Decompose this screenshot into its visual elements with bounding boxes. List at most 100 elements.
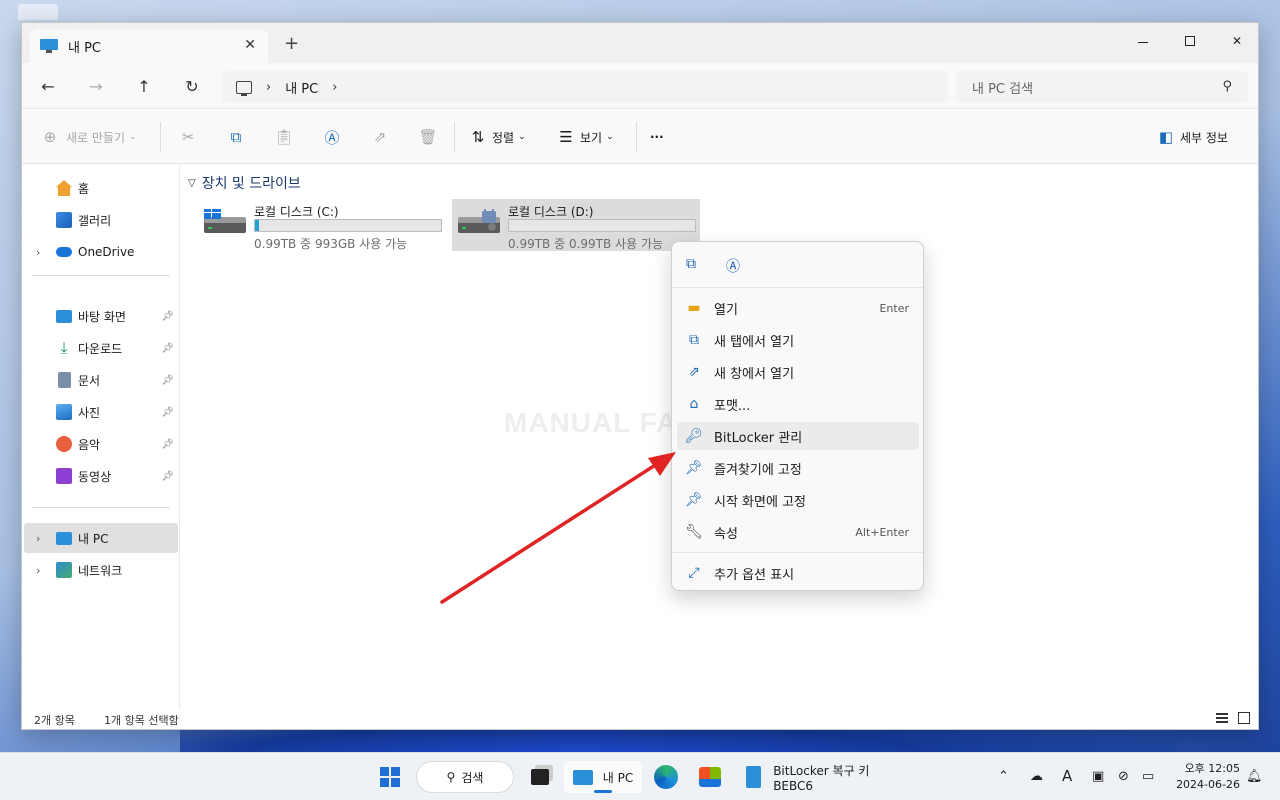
sidebar-item-my-pc[interactable]: › 내 PC [24, 523, 178, 553]
phone-link-icon[interactable]: ▣ [1092, 769, 1104, 784]
notepad-icon [746, 766, 762, 788]
clock-time: 오후 12:05 [1184, 762, 1240, 775]
pc-icon [572, 769, 593, 785]
new-tab-button[interactable]: + [284, 33, 299, 54]
sidebar-item-network[interactable]: › 네트워크 [24, 555, 178, 585]
pin-icon[interactable]: 📌︎ [161, 439, 174, 450]
sidebar-item-desktop[interactable]: 바탕 화면 📌︎ [24, 301, 178, 331]
breadcrumb-item[interactable]: 내 PC [285, 78, 318, 97]
group-header[interactable]: ▽ 장치 및 드라이브 [188, 173, 301, 193]
menu-item-more-options[interactable]: ⤢ 추가 옵션 표시 [677, 559, 919, 587]
selected-count: 1개 항목 선택함 [104, 714, 179, 727]
taskbar-notepad[interactable]: BitLocker 복구 키 BEBC6 [740, 761, 906, 793]
tab-my-pc[interactable]: 내 PC ✕ [30, 29, 268, 63]
pin-icon[interactable]: 📌︎ [161, 343, 174, 354]
tab-close-icon[interactable]: ✕ [244, 37, 256, 53]
more-button[interactable]: ··· [650, 126, 664, 148]
pictures-icon [56, 404, 72, 420]
download-icon: ⤓ [60, 338, 68, 357]
chevron-right-icon[interactable]: › [266, 80, 271, 95]
copy-button[interactable]: ⧉ [226, 126, 246, 148]
gallery-icon [56, 212, 72, 228]
open-new-tab-icon: ⧉ [689, 332, 699, 348]
sidebar-item-downloads[interactable]: ⤓ 다운로드 📌︎ [24, 333, 178, 363]
taskbar-search[interactable]: ⚲ 검색 [416, 761, 514, 793]
back-button[interactable]: ← [36, 75, 60, 97]
cloud-offline-icon[interactable]: ☁ [1030, 769, 1043, 784]
close-button[interactable]: ✕ [1214, 27, 1258, 55]
sidebar-item-gallery[interactable]: 갤러리 [24, 205, 178, 235]
paste-button[interactable]: 📋︎ [274, 126, 294, 148]
notification-bell-icon[interactable]: 🔔︎ [1246, 769, 1263, 784]
clock[interactable]: 오후 12:05 2024-06-26 [1168, 761, 1240, 793]
menu-item-open-new-window[interactable]: ⇗ 새 창에서 열기 [677, 358, 919, 386]
search-icon: ⚲ [1222, 79, 1232, 94]
pin-start-icon: 📌︎ [685, 492, 703, 508]
sidebar-item-documents[interactable]: 문서 📌︎ [24, 365, 178, 395]
chevron-right-icon[interactable]: › [36, 564, 40, 577]
chevron-right-icon[interactable]: › [332, 80, 337, 95]
sort-button[interactable]: ⇅ 정렬 ⌄ [468, 126, 526, 148]
rename-button[interactable]: Ⓐ [322, 126, 342, 148]
rename-icon[interactable]: Ⓐ [726, 256, 740, 276]
menu-item-open[interactable]: ▬ 열기 Enter [677, 294, 919, 322]
pin-icon[interactable]: 📌︎ [161, 471, 174, 482]
battery-icon[interactable]: ▭ [1142, 769, 1154, 784]
chevron-up-icon[interactable]: ⌃ [998, 769, 1009, 784]
share-button[interactable]: ⇗ [370, 126, 390, 148]
tiles-view-icon[interactable] [1238, 712, 1250, 724]
cut-button[interactable]: ✂ [178, 126, 198, 148]
store-icon [699, 767, 721, 787]
refresh-button[interactable]: ↻ [180, 75, 204, 97]
start-button[interactable] [374, 761, 406, 793]
recycle-bin-icon[interactable] [18, 4, 58, 20]
copy-icon[interactable]: ⧉ [686, 256, 696, 272]
taskbar-edge[interactable] [650, 761, 682, 793]
taskbar-store[interactable] [694, 761, 726, 793]
tab-label: 내 PC [68, 40, 102, 56]
network-status-icon[interactable]: ⊘ [1118, 769, 1129, 784]
forward-button[interactable]: → [84, 75, 108, 97]
chevron-down-icon[interactable]: ▽ [188, 178, 196, 189]
sidebar-item-home[interactable]: 홈 [24, 173, 178, 203]
drive-item-c[interactable]: 로컬 디스크 (C:) 0.99TB 중 993GB 사용 가능 [198, 199, 446, 251]
copy-icon: ⧉ [230, 128, 242, 146]
taskbar-explorer[interactable]: 내 PC [564, 761, 642, 793]
up-button[interactable]: ↑ [132, 75, 156, 97]
ime-indicator[interactable]: A [1062, 767, 1072, 785]
details-button[interactable]: ◧ 세부 정보 [1156, 126, 1228, 148]
delete-button[interactable]: 🗑︎ [418, 126, 438, 148]
breadcrumb[interactable]: › 내 PC › [222, 71, 948, 103]
menu-divider [672, 552, 923, 553]
pin-icon[interactable]: 📌︎ [161, 311, 174, 322]
group-title: 장치 및 드라이브 [201, 176, 301, 192]
menu-item-pin-start[interactable]: 📌︎ 시작 화면에 고정 [677, 486, 919, 514]
search-input[interactable]: 내 PC 검색 ⚲ [956, 71, 1248, 103]
plus-circle-icon: ⊕ [43, 128, 57, 146]
chevron-right-icon[interactable]: › [36, 246, 40, 259]
menu-item-properties[interactable]: 🔧︎ 속성 Alt+Enter [677, 518, 919, 546]
chevron-right-icon[interactable]: › [36, 532, 40, 545]
sidebar-item-videos[interactable]: 동영상 📌︎ [24, 461, 178, 491]
sidebar-item-pictures[interactable]: 사진 📌︎ [24, 397, 178, 427]
folder-open-icon: ▬ [687, 300, 701, 316]
menu-item-pin-quick-access[interactable]: 📌︎ 즐겨찾기에 고정 [677, 454, 919, 482]
drive-item-d[interactable]: 로컬 디스크 (D:) 0.99TB 중 0.99TB 사용 가능 [452, 199, 700, 251]
view-button[interactable]: ☰ 보기 ⌄ [556, 126, 613, 148]
pin-icon[interactable]: 📌︎ [161, 407, 174, 418]
menu-item-open-new-tab[interactable]: ⧉ 새 탭에서 열기 [677, 326, 919, 354]
minimize-button[interactable] [1120, 27, 1166, 55]
menu-item-bitlocker[interactable]: 🔑︎ BitLocker 관리 [677, 422, 919, 450]
details-view-icon[interactable] [1216, 713, 1228, 723]
new-button[interactable]: ⊕ 새로 만들기 ⌄ [40, 126, 137, 148]
maximize-button[interactable] [1167, 27, 1213, 55]
drive-info: 0.99TB 중 993GB 사용 가능 [254, 237, 408, 251]
pin-icon[interactable]: 📌︎ [161, 375, 174, 386]
task-view-icon [531, 769, 549, 785]
pc-icon [40, 39, 58, 53]
task-view-button[interactable] [524, 761, 556, 793]
sidebar-item-onedrive[interactable]: › OneDrive [24, 237, 178, 267]
sidebar-item-music[interactable]: 음악 📌︎ [24, 429, 178, 459]
menu-item-format[interactable]: ⌂ 포맷... [677, 390, 919, 418]
videos-icon [56, 468, 72, 484]
